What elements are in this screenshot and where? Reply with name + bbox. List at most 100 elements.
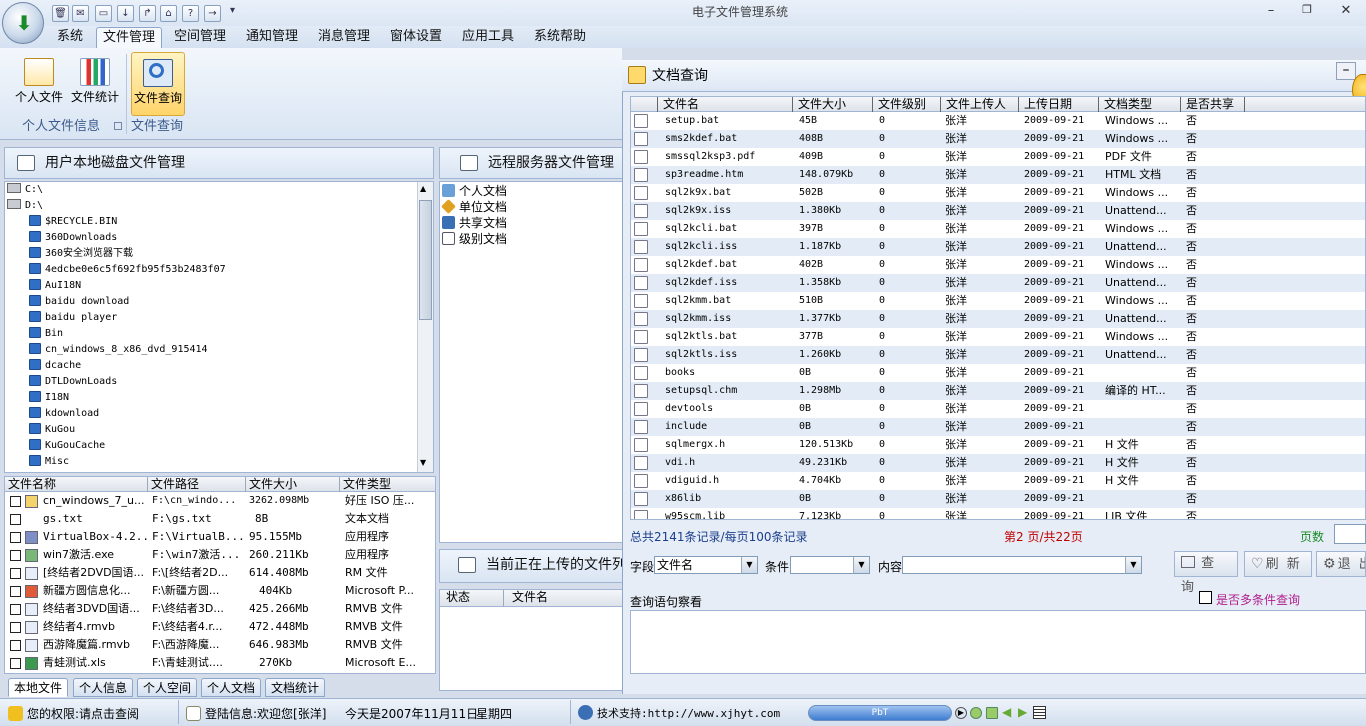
support-status[interactable]: 技术支持:http://www.xjhyt.com (578, 705, 780, 721)
minimize-button[interactable]: – (1258, 3, 1284, 21)
tree-scrollbar[interactable]: ▲ ▼ (417, 182, 433, 472)
next-icon[interactable]: ▶ (1018, 705, 1027, 719)
row-checkbox[interactable] (10, 640, 21, 651)
col-file-type[interactable]: 文件类型 (340, 477, 436, 493)
list-item[interactable]: 青蛙测试.xls F:\青蛙测试.... 270Kb Microsoft E... (5, 654, 435, 672)
list-item[interactable]: win7激活.exe F:\win7激活... 260.211Kb 应用程序 (5, 546, 435, 564)
table-row[interactable]: sql2ktls.iss 1.260Kb 0 张洋 2009-09-21 Unattend… (631, 346, 1365, 364)
table-row[interactable]: sms2kdef.bat 408B 0 张洋 2009-09-21 Windows ...… (631, 130, 1365, 148)
list-item[interactable]: VirtualBox-4.2... F:\VirtualB... 95.155Mb 应… (5, 528, 435, 546)
query-button[interactable]: 查 询 (1174, 551, 1238, 595)
remote-item-shared[interactable]: 共享文档 (442, 215, 507, 231)
table-row[interactable]: setupsql.chm 1.298Mb 0 张洋 2009-09-21 编译的 HT..… (631, 382, 1365, 400)
scroll-thumb[interactable] (419, 200, 432, 320)
quick-access-dropdown-icon[interactable]: ▾ (230, 5, 235, 16)
table-row[interactable]: sql2kmm.bat 510B 0 张洋 2009-09-21 Windows ... 否 (631, 292, 1365, 310)
row-checkbox[interactable] (10, 532, 21, 543)
list-icon[interactable] (1033, 706, 1046, 719)
col-doc-name[interactable]: 文件名 (658, 97, 793, 112)
menu-notice-management[interactable]: 通知管理 (240, 27, 304, 48)
col-status[interactable]: 状态 (440, 590, 504, 606)
table-row[interactable]: sql2ktls.bat 377B 0 张洋 2009-09-21 Windows ...… (631, 328, 1365, 346)
scroll-up-icon[interactable]: ▲ (420, 184, 426, 193)
prev-icon[interactable]: ◀ (1002, 705, 1011, 719)
row-checkbox[interactable] (10, 586, 21, 597)
list-item[interactable]: cn_windows_7_u... F:\cn_windo... 3262.098M… (5, 492, 435, 510)
table-row[interactable]: devtools 0B 0 张洋 2009-09-21 否 (631, 400, 1365, 418)
menu-window-settings[interactable]: 窗体设置 (384, 27, 448, 48)
table-row[interactable]: sql2kdef.iss 1.358Kb 0 张洋 2009-09-21 Unattend… (631, 274, 1365, 292)
list-item[interactable]: 新疆方圆信息化... F:\新疆方圆... 404Kb Microsoft P... (5, 582, 435, 600)
tree-folder[interactable]: Bin (29, 326, 63, 342)
doc-query-minimize-button[interactable]: – (1336, 62, 1356, 80)
tree-folder[interactable]: cn_windows_8_x86_dvd_915414 (29, 342, 208, 358)
menu-message-management[interactable]: 消息管理 (312, 27, 376, 48)
table-row[interactable]: include 0B 0 张洋 2009-09-21 否 (631, 418, 1365, 436)
table-row[interactable]: sqlmergx.h 120.513Kb 0 张洋 2009-09-21 H 文件 否 (631, 436, 1365, 454)
message-icon[interactable]: ▭ (95, 5, 112, 22)
list-item[interactable]: gs.txt F:\gs.txt 8B 文本文档 (5, 510, 435, 528)
row-checkbox[interactable] (10, 550, 21, 561)
exit-button[interactable]: ⚙退 出 (1316, 551, 1366, 577)
mail-icon[interactable]: ✉ (72, 5, 89, 22)
remote-item-unit[interactable]: 单位文档 (441, 199, 507, 215)
group-launcher-icon[interactable] (114, 122, 122, 130)
row-checkbox[interactable] (10, 604, 21, 615)
refresh-button[interactable]: ♡刷 新 (1244, 551, 1312, 577)
table-row[interactable]: smssql2ksp3.pdf 409B 0 张洋 2009-09-21 PDF 文件 否 (631, 148, 1365, 166)
tab-local-files[interactable]: 本地文件 (8, 678, 69, 697)
tree-folder[interactable]: 360Downloads (29, 230, 117, 246)
menu-app-tools[interactable]: 应用工具 (456, 27, 520, 48)
menu-space-management[interactable]: 空间管理 (168, 27, 232, 48)
col-upload-filename[interactable]: 文件名 (504, 590, 622, 606)
tab-personal-space[interactable]: 个人空间 (137, 678, 198, 697)
permission-status[interactable]: 您的权限:请点击查阅 (8, 705, 139, 722)
file-query-button[interactable]: 文件查询 (131, 52, 185, 116)
menu-system[interactable]: 系统 (51, 27, 89, 48)
list-item[interactable]: 终结者3DVD国语... F:\终结者3D... 425.266Mb RMVB 文件 (5, 600, 435, 618)
table-row[interactable]: sql2k9x.bat 502B 0 张洋 2009-09-21 Windows ... 否 (631, 184, 1365, 202)
condition-select[interactable]: ▼ (790, 556, 870, 574)
tree-folder[interactable]: 4edcbe0e6c5f692fb95f53b2483f07 (29, 262, 226, 278)
tab-doc-stats[interactable]: 文档统计 (265, 678, 326, 697)
stop-icon[interactable] (986, 707, 998, 719)
table-row[interactable]: sql2kmm.iss 1.377Kb 0 张洋 2009-09-21 Unattend.… (631, 310, 1365, 328)
page-number-input[interactable] (1334, 524, 1366, 544)
tree-folder[interactable]: 360安全浏览器下载 (29, 246, 133, 262)
signpost-icon[interactable]: ↱ (139, 5, 156, 22)
col-doc-uploader[interactable]: 文件上传人 (941, 97, 1019, 112)
col-doc-size[interactable]: 文件大小 (793, 97, 873, 112)
multi-condition-checkbox[interactable] (1199, 591, 1212, 604)
personal-file-button[interactable]: 个人文件 (12, 58, 66, 110)
tree-drive-d[interactable]: D:\ (7, 198, 43, 214)
table-row[interactable]: sp3readme.htm 148.079Kb 0 张洋 2009-09-21 HTML … (631, 166, 1365, 184)
col-doc-shared[interactable]: 是否共享 (1181, 97, 1245, 112)
col-file-name[interactable]: 文件名称 (5, 477, 148, 493)
table-row[interactable]: sql2kdef.bat 402B 0 张洋 2009-09-21 Windows ...… (631, 256, 1365, 274)
app-menu-button[interactable]: ⬇ (2, 2, 44, 44)
exit-icon[interactable]: → (204, 5, 221, 22)
tree-folder[interactable]: DTLDownLoads (29, 374, 117, 390)
tree-folder[interactable]: baidu download (29, 294, 129, 310)
menu-file-management[interactable]: 文件管理 (96, 27, 163, 48)
circle-icon[interactable] (970, 707, 982, 719)
table-row[interactable]: x86lib 0B 0 张洋 2009-09-21 否 (631, 490, 1365, 508)
row-checkbox[interactable] (10, 658, 21, 669)
col-doc-date[interactable]: 上传日期 (1019, 97, 1099, 112)
statement-textarea[interactable] (630, 610, 1366, 674)
tree-folder[interactable]: KuGouCache (29, 438, 105, 454)
row-checkbox[interactable] (10, 622, 21, 633)
table-row[interactable]: sql2kcli.iss 1.187Kb 0 张洋 2009-09-21 Unattend… (631, 238, 1365, 256)
tree-folder[interactable]: Misc (29, 454, 69, 470)
scroll-down-icon[interactable]: ▼ (420, 458, 426, 467)
tree-folder[interactable]: I18N (29, 390, 69, 406)
list-item[interactable]: 西游降魔篇.rmvb F:\西游降魔... 646.983Mb RMVB 文件 (5, 636, 435, 654)
table-row[interactable]: sql2kcli.bat 397B 0 张洋 2009-09-21 Windows ...… (631, 220, 1365, 238)
table-row[interactable]: setup.bat 45B 0 张洋 2009-09-21 Windows ... 否 (631, 112, 1365, 130)
row-checkbox[interactable] (10, 496, 21, 507)
home-icon[interactable]: ⌂ (160, 5, 177, 22)
tree-folder[interactable]: KuGou (29, 422, 75, 438)
play-icon[interactable]: ▶ (955, 707, 967, 719)
content-input[interactable]: ▼ (902, 556, 1142, 574)
list-item[interactable]: 终结者4.rmvb F:\终结者4.r... 472.448Mb RMVB 文件 (5, 618, 435, 636)
